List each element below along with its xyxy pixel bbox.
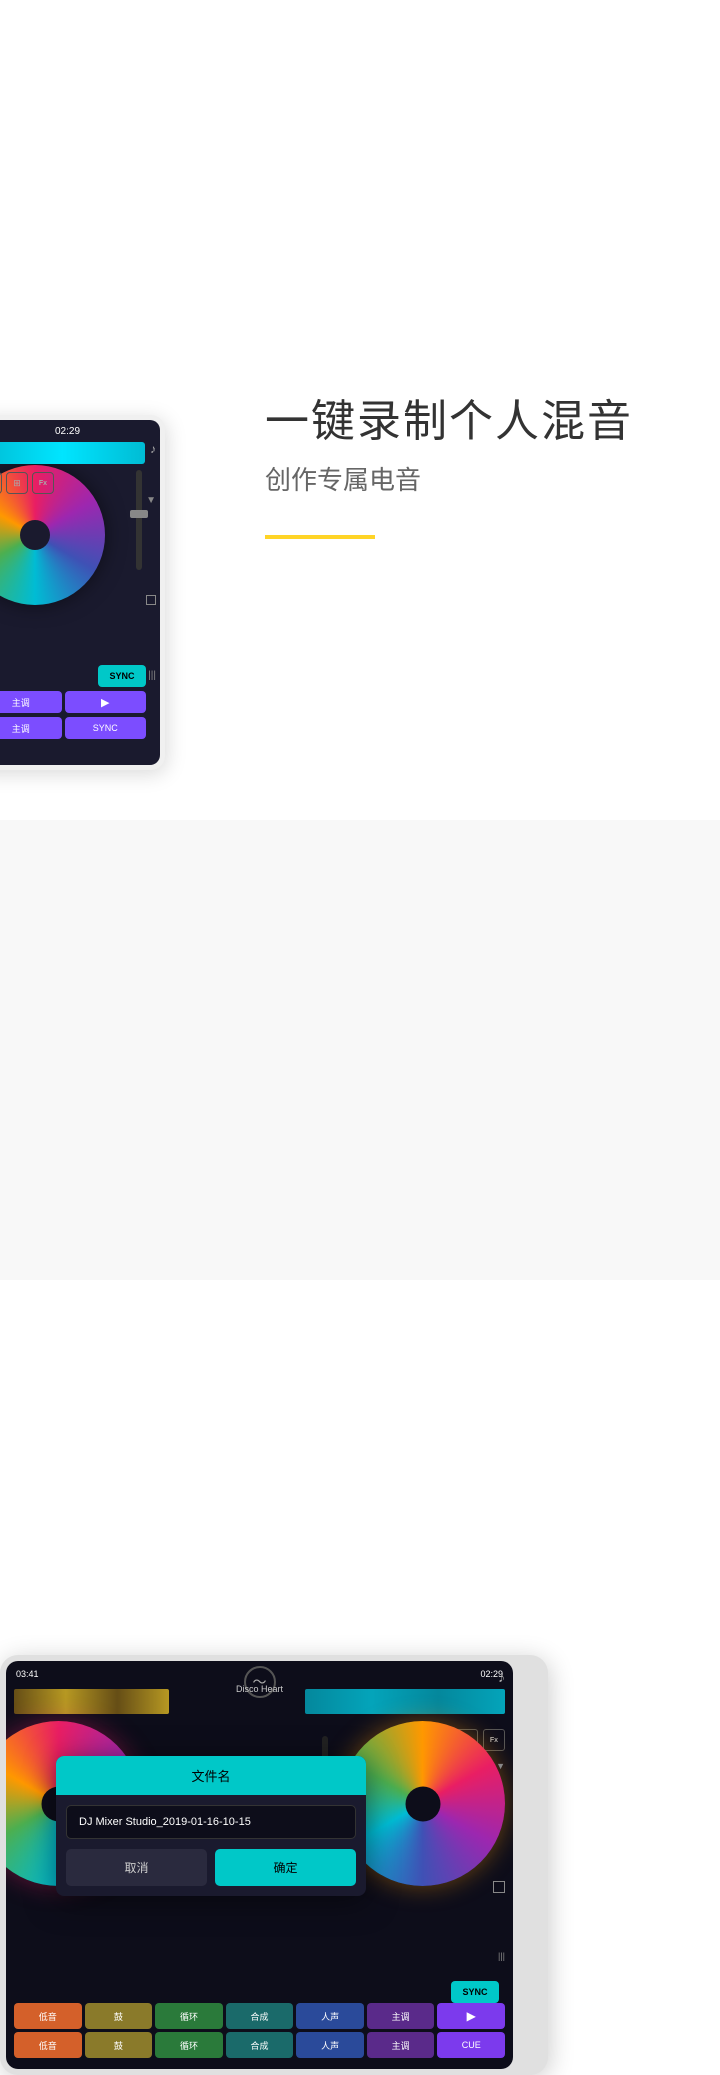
bottom-side-bars-icon[interactable]: ||| <box>498 1951 505 1961</box>
key-btn-zhu-diao-1[interactable]: 主调 <box>0 691 62 713</box>
loop-button[interactable]: ○ <box>0 472 2 494</box>
cancel-button[interactable]: 取消 <box>66 1849 207 1886</box>
bottom-side-down-arrow[interactable]: ▼ <box>496 1761 505 1771</box>
top-tablet-controls: ○ ⊞ Fx <box>0 472 54 494</box>
tablet-bottom-screen: 03:41 〜 Disco Heart 02:29 ♪ ◇ ⚙ ○ ⊞ Fx <box>6 1661 513 2069</box>
bottom-sync-button[interactable]: SYNC <box>451 1981 499 2003</box>
pad-synth-2[interactable]: 合成 <box>226 2032 294 2058</box>
pad-button-rows: 低音 鼓 循环 合成 人声 主调 ▶ 低音 鼓 循环 合成 人声 主调 CUE <box>14 2003 505 2061</box>
bottom-song-title: Disco Heart <box>236 1684 283 1694</box>
fader-handle[interactable] <box>130 510 148 518</box>
accent-line <box>265 535 375 539</box>
pad-drum-1[interactable]: 鼓 <box>85 2003 153 2029</box>
dialog-buttons: 取消 确定 <box>66 1849 356 1886</box>
sync-button[interactable]: SYNC <box>98 665 146 687</box>
tablet-top-device: 02:29 ♪ ○ ⊞ Fx ▼ ||| <box>0 415 165 770</box>
fader-track <box>136 470 142 570</box>
bottom-waveform-left <box>14 1689 169 1714</box>
subheadline-text: 创作专属电音 <box>265 460 421 497</box>
turntable-center <box>20 520 50 550</box>
bottom-tablet-topbar: 03:41 〜 Disco Heart 02:29 <box>6 1661 513 1687</box>
pad-vocal-1[interactable]: 人声 <box>296 2003 364 2029</box>
play-button[interactable]: ▶ <box>65 691 147 713</box>
fx-button[interactable]: Fx <box>32 472 54 494</box>
music-note-icon: ♪ <box>150 442 156 456</box>
dialog-filename-input[interactable]: DJ Mixer Studio_2019-01-16-10-15 <box>66 1805 356 1839</box>
key-btn-zhu-diao-2[interactable]: 主调 <box>0 717 62 739</box>
bottom-time-left: 03:41 <box>16 1669 39 1679</box>
dialog-title: 文件名 <box>56 1756 366 1795</box>
tablet-bottom-device: 03:41 〜 Disco Heart 02:29 ♪ ◇ ⚙ ○ ⊞ Fx <box>0 1655 548 2075</box>
headline-text: 一键录制个人混音 <box>265 385 633 449</box>
bottom-side-square[interactable] <box>493 1881 505 1893</box>
top-section: 一键录制个人混音 创作专属电音 02:29 ♪ ○ ⊞ Fx <box>0 0 720 810</box>
bottom-turntable-right-center <box>405 1786 440 1821</box>
top-tablet-time: 02:29 <box>55 426 80 437</box>
bottom-btn-row1: 主调 ▶ <box>0 691 146 713</box>
tablet-top-screen: 02:29 ♪ ○ ⊞ Fx ▼ ||| <box>0 420 160 765</box>
bottom-section: 03:41 〜 Disco Heart 02:29 ♪ ◇ ⚙ ○ ⊞ Fx <box>0 820 720 1280</box>
fx-btn-bottom[interactable]: Fx <box>483 1729 505 1751</box>
pad-vocal-2[interactable]: 人声 <box>296 2032 364 2058</box>
pad-play-1[interactable]: ▶ <box>437 2003 505 2029</box>
pad-bass-1[interactable]: 低音 <box>14 2003 82 2029</box>
bottom-waveform-right <box>305 1689 505 1714</box>
save-dialog: 文件名 DJ Mixer Studio_2019-01-16-10-15 取消 … <box>56 1756 366 1896</box>
pad-row-1: 低音 鼓 循环 合成 人声 主调 ▶ <box>14 2003 505 2029</box>
pad-synth-1[interactable]: 合成 <box>226 2003 294 2029</box>
side-down-arrow[interactable]: ▼ <box>146 495 156 506</box>
cue-button-top[interactable]: SYNC <box>65 717 147 739</box>
side-bars-icon[interactable]: ||| <box>148 670 156 681</box>
side-square-button[interactable] <box>146 595 156 605</box>
confirm-button[interactable]: 确定 <box>215 1849 356 1886</box>
top-tablet-waveform <box>0 442 145 464</box>
pad-row-2: 低音 鼓 循环 合成 人声 主调 CUE <box>14 2032 505 2058</box>
eq-button[interactable]: ⊞ <box>6 472 28 494</box>
pad-bass-2[interactable]: 低音 <box>14 2032 82 2058</box>
pad-loop-2[interactable]: 循环 <box>155 2032 223 2058</box>
pad-key-1[interactable]: 主调 <box>367 2003 435 2029</box>
pad-loop-1[interactable]: 循环 <box>155 2003 223 2029</box>
pad-key-2[interactable]: 主调 <box>367 2032 435 2058</box>
bottom-btn-row2: 主调 SYNC <box>0 717 146 739</box>
pad-drum-2[interactable]: 鼓 <box>85 2032 153 2058</box>
cue-button-bottom[interactable]: CUE <box>437 2032 505 2058</box>
bottom-note-icon: ♪ <box>498 1669 505 1685</box>
